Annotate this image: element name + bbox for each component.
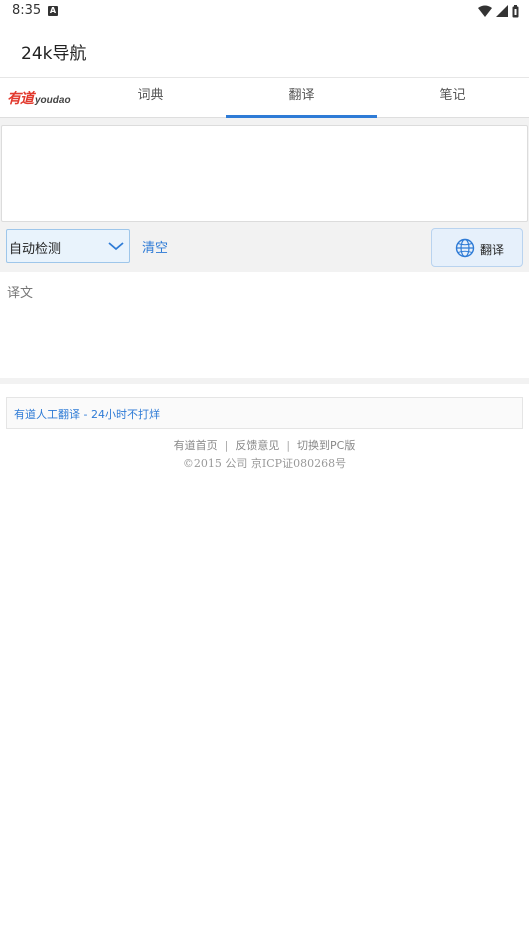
copyright: ©2015 公司 京ICP证080268号 (182, 457, 347, 470)
status-time: 8:35 (12, 3, 42, 18)
source-input-container (0, 124, 529, 222)
clear-button[interactable]: 清空 (142, 237, 168, 256)
language-select-value: 自动检测 (9, 242, 62, 257)
youdao-header: 有道 youdao 词典 翻译 笔记 (0, 78, 529, 118)
source-text-input[interactable] (1, 125, 528, 222)
tab-dictionary[interactable]: 词典 (75, 78, 226, 118)
language-select[interactable]: 自动检测 (6, 229, 130, 263)
promo-link[interactable]: 有道人工翻译 - 24小时不打烊 (14, 406, 160, 422)
chevron-down-icon (108, 242, 124, 251)
battery-icon (512, 4, 519, 17)
footer-separator: | (224, 439, 229, 452)
result-label: 译文 (7, 286, 34, 301)
translate-button-label: 翻译 (480, 243, 505, 257)
wifi-icon (478, 5, 492, 17)
footer-link-feedback[interactable]: 反馈意见 (235, 437, 279, 453)
footer-link-home[interactable]: 有道首页 (174, 437, 218, 453)
footer-link-pc-version[interactable]: 切换到PC版 (297, 437, 355, 453)
footer-links: 有道首页 | 反馈意见 | 切换到PC版 (0, 437, 529, 453)
logo-cn-text: 有道 (7, 91, 34, 107)
signal-icon (496, 5, 508, 17)
footer-separator: | (286, 439, 291, 452)
status-bar: 8:35 A (0, 0, 529, 24)
status-icons (478, 4, 519, 18)
human-translation-promo[interactable]: 有道人工翻译 - 24小时不打烊 (6, 397, 523, 429)
tab-translate[interactable]: 翻译 (226, 78, 377, 118)
app-title: 24k导航 (21, 44, 87, 64)
result-area: 译文 (0, 272, 529, 378)
tab-notes[interactable]: 笔记 (377, 78, 528, 118)
globe-icon (455, 238, 475, 258)
youdao-logo[interactable]: 有道 youdao (7, 88, 71, 108)
controls-row: 自动检测 清空 翻译 (0, 222, 529, 272)
notification-icon: A (48, 6, 58, 16)
translate-button[interactable]: 翻译 (431, 228, 523, 267)
logo-en-text: youdao (35, 95, 71, 106)
app-bar: 24k导航 (0, 24, 529, 78)
divider-band-bottom (0, 378, 529, 384)
